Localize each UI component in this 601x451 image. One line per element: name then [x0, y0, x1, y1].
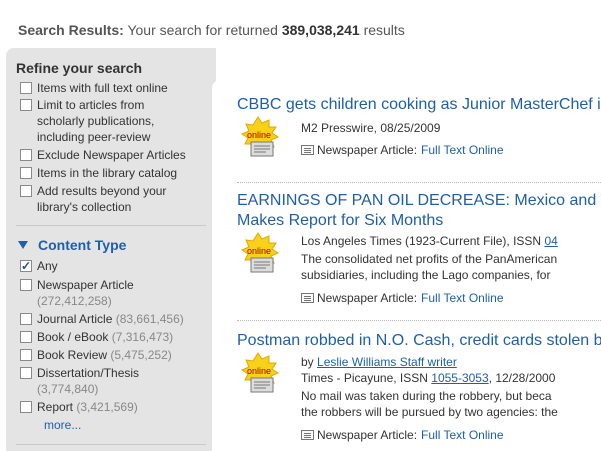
result-title-link-line2[interactable]: Makes Report for Six Months [237, 211, 601, 231]
checkbox[interactable] [20, 185, 32, 197]
result-item: EARNINGS OF PAN OIL DECREASE: Mexico and… [237, 191, 601, 231]
refine-option-library-catalog[interactable]: Items in the library catalog [20, 165, 205, 181]
content-type-newspaper[interactable]: Newspaper Article (272,412,258) [20, 277, 170, 309]
content-type-heading[interactable]: Content Type [18, 237, 126, 253]
content-type-book[interactable]: Book / eBook (7,316,473) [20, 329, 210, 345]
results-header: Search Results: Your search for returned… [0, 0, 601, 48]
result-snippet: The consolidated net profits of the PanA… [301, 252, 558, 266]
divider [16, 225, 206, 226]
author-link[interactable]: Leslie Williams Staff writer [317, 355, 457, 369]
refine-option-beyond-collection[interactable]: Add results beyond your library's collec… [20, 183, 175, 215]
newspaper-icon [301, 430, 314, 440]
content-type-report[interactable]: Report (3,421,569) [20, 399, 210, 415]
summary-text-after: results [359, 22, 405, 38]
summary-text: Your search for returned [123, 22, 282, 38]
svg-text:online: online [247, 130, 271, 140]
result-format: Newspaper Article: Full Text Online [301, 427, 601, 443]
refine-option-exclude-newspaper[interactable]: Exclude Newspaper Articles [20, 147, 205, 163]
result-snippet: the robbers will be pursued by two agenc… [301, 405, 558, 419]
result-source: Times - Picayune, ISSN 1055-3053, 12/28/… [301, 371, 556, 385]
issn-link[interactable]: 04 [544, 234, 557, 248]
svg-text:online: online [247, 246, 271, 256]
refine-sidebar: Refine your search Items with full text … [6, 48, 216, 451]
checkbox[interactable] [20, 279, 32, 291]
result-source: Los Angeles Times (1923-Current File), I… [301, 234, 558, 248]
content-type-journal[interactable]: Journal Article (83,661,456) [20, 311, 210, 327]
checkbox[interactable] [20, 401, 32, 413]
divider [16, 444, 206, 445]
result-title-link[interactable]: Postman robbed in N.O. Cash, credit card… [237, 331, 601, 351]
more-content-types-link[interactable]: more... [44, 418, 81, 432]
result-count: 389,038,241 [281, 22, 360, 38]
result-format: Newspaper Article: Full Text Online [301, 290, 601, 306]
content-type-any[interactable]: Any [20, 258, 200, 274]
content-type-book-review[interactable]: Book Review (5,475,252) [20, 347, 210, 363]
checkbox[interactable] [20, 149, 32, 161]
refine-option-full-text[interactable]: Items with full text online [20, 80, 200, 96]
result-separator [237, 182, 601, 183]
online-badge-icon: online [240, 232, 280, 273]
svg-text:online: online [247, 366, 271, 376]
result-snippet: subsidiaries, including the Lago compani… [301, 268, 551, 282]
result-item: Postman robbed in N.O. Cash, credit card… [237, 331, 601, 351]
result-snippet: No mail was taken during the robbery, bu… [301, 389, 552, 403]
result-separator [237, 320, 601, 321]
checkbox[interactable] [20, 349, 32, 361]
result-title-link[interactable]: EARNINGS OF PAN OIL DECREASE: Mexico and… [237, 191, 601, 211]
newspaper-icon [301, 145, 314, 155]
results-summary: Search Results: Your search for returned… [18, 22, 405, 38]
result-format: Newspaper Article: Full Text Online [301, 142, 601, 158]
newspaper-icon [301, 293, 314, 303]
checkbox-checked[interactable] [20, 258, 32, 274]
summary-label: Search Results: [18, 22, 124, 38]
collapse-triangle-icon[interactable] [18, 241, 28, 249]
checkbox[interactable] [20, 82, 32, 94]
online-badge-icon: online [240, 352, 280, 393]
checkbox[interactable] [20, 367, 32, 379]
result-byline: by Leslie Williams Staff writer [301, 355, 457, 369]
content-type-dissertation[interactable]: Dissertation/Thesis (3,774,840) [20, 365, 170, 397]
checkbox[interactable] [20, 99, 32, 111]
full-text-online-link[interactable]: Full Text Online [421, 427, 503, 443]
result-item: CBBC gets children cooking as Junior Mas… [237, 95, 601, 115]
refine-title: Refine your search [16, 60, 143, 76]
issn-link[interactable]: 1055-3053 [431, 371, 488, 385]
online-badge-icon: online [240, 116, 280, 157]
result-source: M2 Presswire, 08/25/2009 [301, 121, 441, 135]
refine-option-scholarly[interactable]: Limit to articles from scholarly publica… [20, 97, 170, 145]
full-text-online-link[interactable]: Full Text Online [421, 142, 503, 158]
checkbox[interactable] [20, 167, 32, 179]
result-title-link[interactable]: CBBC gets children cooking as Junior Mas… [237, 95, 601, 115]
checkbox[interactable] [20, 313, 32, 325]
results-list: CBBC gets children cooking as Junior Mas… [212, 80, 601, 451]
full-text-online-link[interactable]: Full Text Online [421, 290, 503, 306]
checkbox[interactable] [20, 331, 32, 343]
